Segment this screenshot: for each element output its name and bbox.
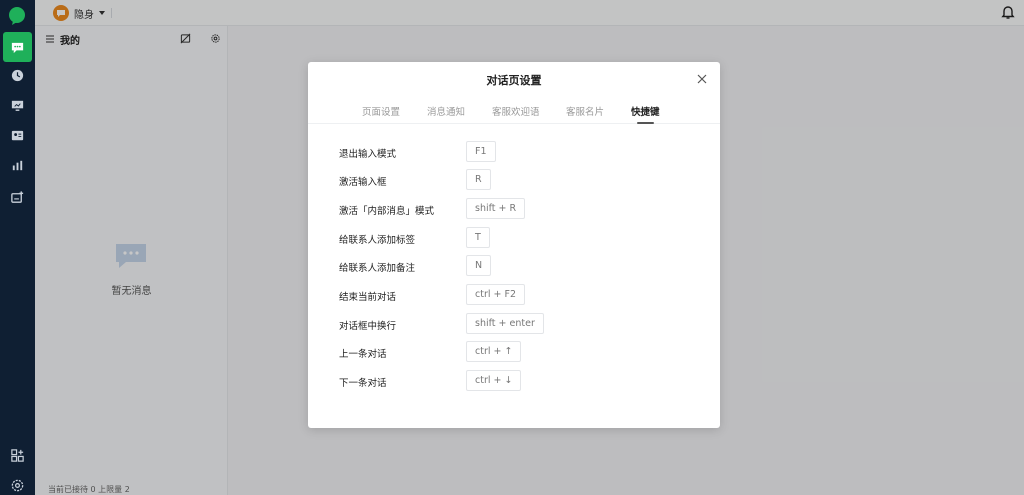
shortcut-row: 结束当前对话 ctrl + F2 <box>339 284 689 306</box>
add-ticket-icon <box>11 190 24 203</box>
nav-rail <box>0 0 35 495</box>
nav-settings[interactable] <box>0 470 35 495</box>
nav-add-ticket[interactable] <box>0 182 35 212</box>
shortcut-name: 对话框中换行 <box>339 321 397 332</box>
shortcut-row: 下一条对话 ctrl + ↓ <box>339 370 689 392</box>
shortcut-name: 激活输入框 <box>339 177 387 188</box>
shortcut-name: 给联系人添加备注 <box>339 263 416 274</box>
app-logo-icon <box>9 7 25 25</box>
tab-welcome-message[interactable]: 客服欢迎语 <box>492 104 540 118</box>
contact-card-icon <box>11 130 24 140</box>
settings-tabs: 页面设置 消息通知 客服欢迎语 客服名片 快捷键 <box>308 98 720 124</box>
tab-page-settings[interactable]: 页面设置 <box>362 104 400 118</box>
monitor-icon <box>11 100 24 111</box>
apps-icon <box>11 448 24 462</box>
shortcut-row: 给联系人添加标签 T <box>339 227 689 249</box>
shortcut-key[interactable]: ctrl + ↑ <box>466 341 522 362</box>
nav-apps[interactable] <box>0 440 35 470</box>
conversation-settings-modal: 对话页设置 页面设置 消息通知 客服欢迎语 客服名片 快捷键 退出输入模式 F1… <box>308 62 720 428</box>
shortcut-name: 退出输入模式 <box>339 149 397 160</box>
nav-stats[interactable] <box>0 150 35 180</box>
chat-icon <box>11 42 24 53</box>
tab-shortcuts[interactable]: 快捷键 <box>631 104 660 118</box>
shortcut-name: 结束当前对话 <box>339 292 397 303</box>
shortcut-row: 给联系人添加备注 N <box>339 255 689 277</box>
close-icon[interactable] <box>697 74 707 84</box>
nav-contacts[interactable] <box>0 120 35 150</box>
shortcut-key[interactable]: ctrl + F2 <box>466 284 526 305</box>
shortcut-name: 下一条对话 <box>339 378 387 389</box>
shortcut-key[interactable]: ctrl + ↓ <box>466 370 522 391</box>
shortcut-key[interactable]: R <box>466 169 491 190</box>
shortcut-row: 上一条对话 ctrl + ↑ <box>339 341 689 363</box>
shortcut-name: 给联系人添加标签 <box>339 235 416 246</box>
modal-title: 对话页设置 <box>486 74 542 87</box>
shortcut-row: 激活「内部消息」模式 shift + R <box>339 198 689 220</box>
shortcut-row: 激活输入框 R <box>339 169 689 191</box>
nav-chat[interactable] <box>3 32 32 62</box>
shortcut-name: 上一条对话 <box>339 349 387 360</box>
settings-icon <box>11 479 24 491</box>
shortcut-key[interactable]: shift + R <box>466 198 526 219</box>
shortcut-row: 对话框中换行 shift + enter <box>339 313 689 335</box>
shortcut-key[interactable]: F1 <box>466 141 496 162</box>
nav-history[interactable] <box>0 60 35 90</box>
tab-message-notifications[interactable]: 消息通知 <box>427 104 465 118</box>
nav-monitor[interactable] <box>0 90 35 120</box>
history-icon <box>11 69 24 81</box>
active-tab-indicator <box>637 122 654 124</box>
tab-agent-card[interactable]: 客服名片 <box>566 104 604 118</box>
shortcut-row: 退出输入模式 F1 <box>339 141 689 163</box>
shortcut-key[interactable]: shift + enter <box>466 313 544 334</box>
shortcut-name: 激活「内部消息」模式 <box>339 206 435 217</box>
stats-icon <box>12 160 23 170</box>
shortcut-key[interactable]: T <box>466 227 490 248</box>
shortcut-key[interactable]: N <box>466 255 492 276</box>
